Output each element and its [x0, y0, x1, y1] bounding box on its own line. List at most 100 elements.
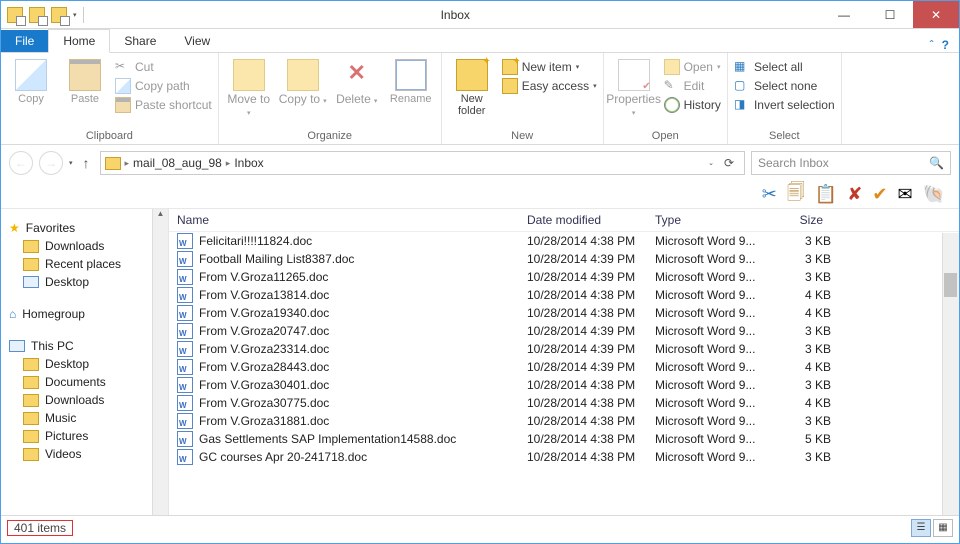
up-button[interactable]: ↑: [79, 155, 94, 171]
cut-button[interactable]: ✂Cut: [115, 59, 212, 75]
table-row[interactable]: From V.Groza28443.doc10/28/2014 4:39 PMM…: [169, 358, 959, 376]
paste-icon[interactable]: 📋: [815, 184, 837, 205]
word-doc-icon: [177, 413, 193, 429]
shell-icon[interactable]: 🐚: [923, 184, 945, 205]
cut-icon[interactable]: ✂: [762, 184, 777, 205]
open-button[interactable]: Open ▾: [664, 59, 721, 75]
copy-icon[interactable]: 🗐: [787, 180, 805, 210]
table-row[interactable]: Football Mailing List8387.doc 10/28/2014 …: [169, 250, 959, 268]
qat-icon[interactable]: [29, 7, 45, 23]
copy-button[interactable]: Copy: [7, 57, 55, 105]
invert-selection-button[interactable]: ◨Invert selection: [734, 97, 835, 113]
details-view-button[interactable]: ☰: [911, 519, 931, 537]
pane-scrollbar[interactable]: [942, 233, 959, 515]
breadcrumb-dropdown-icon[interactable]: ⌄: [708, 159, 714, 167]
breadcrumb[interactable]: ▸ mail_08_aug_98 ▸ Inbox ⌄ ⟳: [100, 151, 745, 175]
view-tab[interactable]: View: [170, 30, 224, 52]
nav-pc-pictures[interactable]: Pictures: [1, 427, 168, 445]
breadcrumb-seg[interactable]: mail_08_aug_98: [133, 156, 222, 170]
table-row[interactable]: From V.Groza30775.doc10/28/2014 4:38 PMM…: [169, 394, 959, 412]
check-icon[interactable]: ✔: [872, 184, 887, 205]
file-date: 10/28/2014 4:38 PM: [527, 396, 655, 410]
history-button[interactable]: History: [664, 97, 721, 113]
nav-pc-videos[interactable]: Videos: [1, 445, 168, 463]
pc-icon: [9, 340, 25, 352]
copy-path-button[interactable]: Copy path: [115, 78, 212, 94]
folder-icon: [23, 430, 39, 443]
home-tab[interactable]: Home: [48, 29, 110, 53]
search-input[interactable]: Search Inbox 🔍: [751, 151, 951, 175]
select-none-button[interactable]: ▢Select none: [734, 78, 835, 94]
back-button[interactable]: ←: [9, 151, 33, 175]
properties-button[interactable]: Properties ▾: [610, 57, 658, 118]
maximize-button[interactable]: ☐: [867, 1, 913, 28]
col-date[interactable]: Date modified: [527, 213, 655, 227]
title-bar: ▾ Inbox — ☐ ✕: [1, 1, 959, 29]
nav-downloads[interactable]: Downloads: [1, 237, 168, 255]
new-folder-button[interactable]: New folder: [448, 57, 496, 117]
close-button[interactable]: ✕: [913, 1, 959, 28]
paste-button[interactable]: Paste: [61, 57, 109, 105]
word-doc-icon: [177, 287, 193, 303]
table-row[interactable]: From V.Groza20747.doc10/28/2014 4:39 PMM…: [169, 322, 959, 340]
breadcrumb-seg[interactable]: Inbox: [234, 156, 263, 170]
nav-pc-desktop[interactable]: Desktop: [1, 355, 168, 373]
select-none-icon: ▢: [734, 78, 750, 94]
edit-button[interactable]: ✎Edit: [664, 78, 721, 94]
col-size[interactable]: Size: [775, 213, 831, 227]
refresh-button[interactable]: ⟳: [718, 156, 740, 170]
file-type: Microsoft Word 9...: [655, 450, 775, 464]
nav-pc-music[interactable]: Music: [1, 409, 168, 427]
delete-button[interactable]: ✕Delete ▾: [333, 57, 381, 106]
column-headers[interactable]: Name Date modified Type Size: [169, 209, 959, 232]
nav-pc-documents[interactable]: Documents: [1, 373, 168, 391]
table-row[interactable]: Felicitari!!!!11824.doc10/28/2014 4:38 P…: [169, 232, 959, 250]
table-row[interactable]: From V.Groza13814.doc10/28/2014 4:38 PMM…: [169, 286, 959, 304]
history-dropdown-icon[interactable]: ▾: [69, 159, 73, 167]
minimize-button[interactable]: —: [821, 1, 867, 28]
word-doc-icon: [177, 377, 193, 393]
scissors-icon: ✂: [115, 59, 131, 75]
table-row[interactable]: From V.Groza23314.doc10/28/2014 4:39 PMM…: [169, 340, 959, 358]
table-row[interactable]: GC courses Apr 20-241718.doc10/28/2014 4…: [169, 448, 959, 466]
folder-icon: [23, 448, 39, 461]
paste-shortcut-button[interactable]: Paste shortcut: [115, 97, 212, 113]
table-row[interactable]: From V.Groza30401.doc10/28/2014 4:38 PMM…: [169, 376, 959, 394]
nav-recent[interactable]: Recent places: [1, 255, 168, 273]
qat-icon[interactable]: [51, 7, 67, 23]
nav-pc-downloads[interactable]: Downloads: [1, 391, 168, 409]
table-row[interactable]: From V.Groza31881.doc10/28/2014 4:38 PMM…: [169, 412, 959, 430]
file-size: 3 KB: [775, 234, 831, 248]
share-tab[interactable]: Share: [110, 30, 170, 52]
file-date: 10/28/2014 4:39 PM: [527, 252, 655, 266]
file-name: Football Mailing List8387.doc: [199, 252, 354, 266]
favorites-header[interactable]: ★Favorites: [1, 219, 168, 237]
homegroup-header[interactable]: ⌂Homegroup: [1, 305, 168, 323]
move-to-button[interactable]: Move to ▾: [225, 57, 273, 118]
easy-access-button[interactable]: Easy access ▾: [502, 78, 597, 94]
table-row[interactable]: Gas Settlements SAP Implementation14588.…: [169, 430, 959, 448]
select-all-button[interactable]: ▦Select all: [734, 59, 835, 75]
col-name[interactable]: Name: [177, 213, 527, 227]
delete-icon[interactable]: ✘: [847, 184, 862, 205]
help-icon[interactable]: ?: [942, 38, 949, 52]
table-row[interactable]: From V.Groza19340.doc10/28/2014 4:38 PMM…: [169, 304, 959, 322]
nav-desktop[interactable]: Desktop: [1, 273, 168, 291]
folder-icon: [23, 376, 39, 389]
table-row[interactable]: From V.Groza11265.doc10/28/2014 4:39 PMM…: [169, 268, 959, 286]
rename-button[interactable]: Rename: [387, 57, 435, 105]
file-tab[interactable]: File: [1, 30, 48, 52]
qat-icon[interactable]: [7, 7, 23, 23]
file-type: Microsoft Word 9...: [655, 342, 775, 356]
col-type[interactable]: Type: [655, 213, 775, 227]
thispc-header[interactable]: This PC: [1, 337, 168, 355]
forward-button[interactable]: →: [39, 151, 63, 175]
mail-icon[interactable]: ✉: [897, 184, 912, 205]
nav-scrollbar[interactable]: ▲: [152, 209, 168, 515]
icons-view-button[interactable]: ▦: [933, 519, 953, 537]
word-doc-icon: [177, 449, 193, 465]
qat-dropdown-icon[interactable]: ▾: [73, 11, 77, 19]
collapse-ribbon-icon[interactable]: ˆ: [930, 38, 934, 52]
copy-to-button[interactable]: Copy to ▾: [279, 57, 327, 106]
new-item-button[interactable]: New item ▾: [502, 59, 597, 75]
